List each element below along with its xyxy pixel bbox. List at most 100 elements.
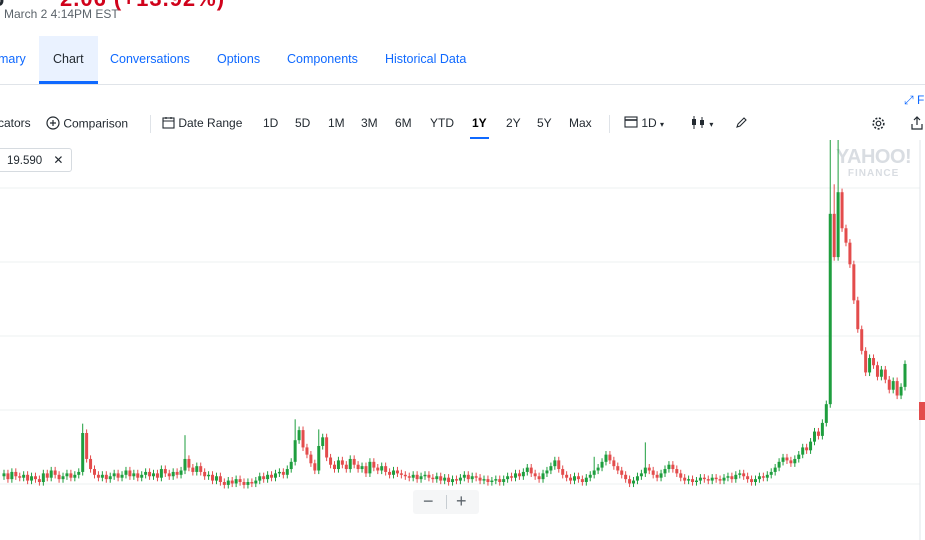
candle-body [789,460,793,464]
candle-body [104,474,108,480]
range-2y[interactable]: 2Y [506,116,521,130]
candle-body [195,466,199,472]
candle-body [222,482,226,485]
candle-body [132,473,136,477]
candle-body [230,480,234,484]
candle-body [163,469,167,474]
tab-chart[interactable]: Chart [39,36,98,84]
candle-body [777,461,781,468]
candle-body [769,471,773,475]
candle-body [698,477,702,481]
candle-body [612,460,616,467]
draw-pencil-icon[interactable] [735,116,748,132]
share-icon[interactable] [910,116,924,133]
candle-body [281,471,285,475]
indicators-button[interactable]: cators [0,116,31,130]
candle-body [529,467,533,474]
range-max[interactable]: Max [569,116,592,130]
candle-body [895,381,899,396]
candle-body [624,474,628,480]
candle-body [816,431,820,436]
candle-body [746,476,750,480]
candle-body [761,476,765,478]
candle-body [395,470,399,474]
candle-body [616,466,620,471]
candle-body [100,474,104,478]
range-3m[interactable]: 3M [361,116,378,130]
candle-body [903,363,907,387]
candle-body [45,473,49,478]
tab-summary[interactable]: mary [0,36,26,84]
candle-body [545,470,549,474]
candle-body [112,473,116,477]
candle-body [360,466,364,470]
candle-body [510,476,514,478]
range-6m[interactable]: 6M [395,116,412,130]
candle-body [226,480,230,485]
candle-body [781,457,785,462]
range-5d[interactable]: 5D [295,116,310,130]
zoom-out-button[interactable]: − [423,491,434,512]
candle-body [30,476,34,481]
candle-body [738,473,742,475]
candle-body [435,476,439,480]
candle-body [431,477,435,480]
candle-body [608,454,612,461]
settings-gear-icon[interactable] [871,116,886,134]
candle-body [651,470,655,475]
candle-body [451,479,455,483]
tab-historical-data[interactable]: Historical Data [385,36,466,84]
range-1m[interactable]: 1M [328,116,345,130]
candle-body [155,473,159,478]
candle-body [388,471,392,475]
candle-body [14,471,18,477]
candle-body [517,473,521,477]
range-ytd[interactable]: YTD [430,116,454,130]
candle-body [557,460,561,470]
candle-body [820,422,824,436]
candle-body [218,476,222,483]
candle-body [285,469,289,475]
interval-select[interactable]: 1D ▾ [624,116,664,131]
price-chart[interactable] [0,140,925,540]
candle-body [33,476,37,480]
candle-body [128,470,132,477]
candle-body [120,474,124,478]
range-5y[interactable]: 5Y [537,116,552,130]
comparison-button[interactable]: Comparison [46,116,128,133]
fullscreen-link[interactable]: ⤢ Fu [904,93,925,108]
tab-options[interactable]: Options [217,36,260,84]
date-range-label: Date Range [178,116,243,131]
tab-components[interactable]: Components [287,36,358,84]
candle-body [454,479,458,481]
candlestick-icon [690,116,706,132]
candle-body [57,474,61,480]
candle-body [124,470,128,475]
candle-body [663,469,667,474]
zoom-divider [446,495,447,509]
range-1d[interactable]: 1D [263,116,278,130]
candle-body [10,471,14,480]
candle-body [883,369,887,380]
chart-type-select[interactable]: ▾ [690,116,713,132]
candle-body [702,477,706,480]
candle-body [419,476,423,480]
candle-body [179,470,183,475]
candle-body [718,479,722,481]
candle-body [533,473,537,477]
candle-body [356,464,360,470]
range-1y[interactable]: 1Y [470,116,489,139]
candle-body [852,264,856,301]
chevron-down-icon: ▾ [709,120,714,130]
date-range-button[interactable]: Date Range [162,116,242,132]
candle-body [305,447,309,455]
candle-body [159,469,163,478]
candle-body [458,477,462,481]
tab-conversations[interactable]: Conversations [110,36,190,84]
quote-timestamp: March 2 4:14PM EST [4,7,119,21]
candle-body [73,474,77,478]
zoom-in-button[interactable]: + [456,491,467,512]
candle-body [6,473,10,480]
candle-body [687,479,691,481]
candle-body [742,473,746,477]
